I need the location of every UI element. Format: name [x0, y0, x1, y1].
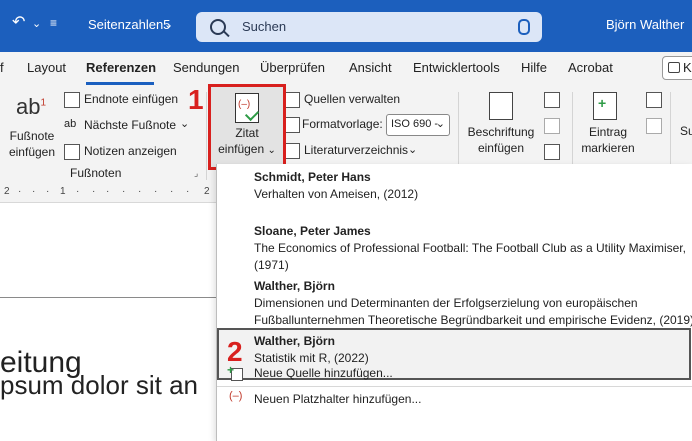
tab-review[interactable]: Überprüfen [260, 60, 325, 75]
insert-footnote-label-1: Fußnote [9, 129, 55, 143]
update-table-icon[interactable] [544, 118, 560, 134]
dialog-launcher-icon[interactable]: ⌟ [194, 168, 198, 179]
ruler-tick: 2 [204, 186, 210, 197]
citation-title: Statistik mit R, (2022) [254, 351, 369, 365]
document-name[interactable]: Seitenzahlen5 [88, 17, 170, 32]
group-separator [206, 92, 207, 180]
insert-caption-button[interactable]: Beschriftung einfügen [466, 124, 536, 156]
microphone-icon[interactable] [518, 19, 530, 35]
menu-divider [217, 386, 692, 387]
search-input[interactable]: Suchen [242, 19, 286, 34]
citation-author: Walther, Björn [254, 279, 335, 293]
tab-developer[interactable]: Entwicklertools [413, 60, 500, 75]
citation-author: Schmidt, Peter Hans [254, 170, 371, 184]
bibliography-icon [284, 143, 300, 159]
undo-icon[interactable]: ↶ [12, 12, 25, 32]
truncated-ribbon-label[interactable]: Su [680, 124, 692, 138]
show-notes-button[interactable]: Notizen anzeigen [84, 144, 177, 158]
style-icon [284, 117, 300, 133]
citation-entry[interactable]: Walther, Björn Statistik mit R, (2022) [254, 333, 369, 367]
citation-entry[interactable]: Schmidt, Peter Hans Verhalten von Ameise… [254, 169, 418, 203]
ribbon-tabs: f Layout Referenzen Sendungen Überprüfen… [0, 52, 692, 86]
ruler-tick: 1 [60, 186, 66, 197]
search-icon [210, 19, 226, 35]
citation-entry[interactable]: Sloane, Peter James The Economics of Pro… [254, 223, 686, 274]
citation-author: Sloane, Peter James [254, 224, 371, 238]
mark-entry-icon: + [593, 92, 617, 120]
comment-icon [668, 62, 680, 73]
search-box[interactable]: Suchen [196, 12, 542, 42]
citation-title: Verhalten von Ameisen, (2012) [254, 187, 419, 201]
mark-entry-button[interactable]: Eintrag markieren [578, 124, 638, 156]
add-new-placeholder-button[interactable]: Neuen Platzhalter hinzufügen... [254, 392, 421, 406]
add-source-icon: + [227, 363, 243, 381]
insert-footnote-button[interactable]: Fußnote einfügen [6, 128, 58, 160]
insert-citation-dropdown: Schmidt, Peter Hans Verhalten von Ameise… [216, 164, 692, 441]
share-button-label: K [683, 60, 692, 75]
undo-dropdown-icon[interactable]: ⌄ [32, 17, 41, 30]
style-select[interactable]: ISO 690 - ⌄ [386, 114, 450, 136]
tab-help[interactable]: Hilfe [521, 60, 547, 75]
tab-references[interactable]: Referenzen [86, 60, 156, 75]
page-separator-line [0, 297, 216, 298]
insert-citation-label: Zitat einfügen ⌄ [211, 125, 283, 159]
user-name[interactable]: Björn Walther [606, 17, 684, 32]
mark-entry-label-1: Eintrag [588, 125, 628, 139]
document-canvas[interactable] [0, 203, 216, 441]
active-tab-indicator [86, 82, 154, 85]
citation-author: Walther, Björn [254, 334, 335, 348]
insert-caption-label-2: einfügen [477, 141, 525, 155]
title-bar: ↶ ⌄ ≡ Seitenzahlen5 ⌄ Suchen Björn Walth… [0, 0, 692, 52]
footnotes-group-label: Fußnoten [70, 166, 122, 180]
share-button[interactable]: K [662, 56, 692, 80]
tab-layout[interactable]: Layout [27, 60, 66, 75]
caption-icon [489, 92, 513, 120]
insert-footnote-label-2: einfügen [8, 145, 56, 159]
mark-entry-label-2: markieren [581, 141, 635, 155]
tab-acrobat[interactable]: Acrobat [568, 60, 613, 75]
cross-reference-icon[interactable] [544, 92, 560, 108]
style-label: Formatvorlage: [302, 117, 383, 131]
citation-title: Dimensionen und Determinanten der Erfolg… [254, 296, 638, 310]
step-marker-2: 2 [227, 336, 243, 367]
insert-citation-button[interactable]: (–) Zitat einfügen ⌄ [208, 84, 286, 170]
next-footnote-icon: ab [64, 118, 77, 130]
step-marker-1: 1 [188, 84, 204, 115]
citation-title: The Economics of Professional Football: … [254, 241, 686, 255]
insert-index-icon[interactable] [646, 92, 662, 108]
tab-file[interactable]: f [0, 60, 4, 75]
document-body-fragment[interactable]: psum dolor sit an [0, 370, 198, 401]
bibliography-chevron-icon[interactable]: ⌄ [408, 143, 417, 156]
add-new-source-button[interactable]: Neue Quelle hinzufügen... [254, 366, 393, 380]
tab-view[interactable]: Ansicht [349, 60, 392, 75]
doc-name-chevron-icon[interactable]: ⌄ [164, 18, 173, 31]
insert-citation-chevron-icon: ⌄ [267, 145, 276, 156]
table-of-figures-icon[interactable] [544, 144, 560, 160]
quick-access-customize-icon[interactable]: ≡ [50, 16, 57, 30]
citation-quote-mark: (–) [238, 99, 251, 110]
next-footnote-button[interactable]: Nächste Fußnote [84, 118, 176, 132]
insert-endnote-button[interactable]: Endnote einfügen [84, 92, 178, 106]
footnote-icon: ab1 [16, 94, 47, 119]
add-placeholder-icon: (–) [229, 390, 243, 402]
citation-icon: (–) [235, 93, 260, 123]
ruler-tick: 2 [4, 186, 10, 197]
manage-sources-button[interactable]: Quellen verwalten [304, 92, 400, 106]
insert-citation-label-1: Zitat [235, 126, 259, 140]
style-select-value: ISO 690 - [391, 118, 439, 130]
insert-citation-label-2: einfügen [218, 142, 265, 156]
ruler: 2 · · · 1 · · · · · · · · 2 [0, 184, 216, 203]
style-chevron-icon: ⌄ [435, 118, 445, 130]
insert-caption-label-1: Beschriftung [467, 125, 535, 139]
update-index-icon[interactable] [646, 118, 662, 134]
next-footnote-chevron-icon[interactable]: ⌄ [180, 117, 189, 130]
manage-sources-icon [284, 92, 300, 108]
citation-title: Fußballunternehmen Theoretische Begründb… [254, 313, 692, 327]
citation-entry[interactable]: Walther, Björn Dimensionen und Determina… [254, 278, 692, 329]
citation-title: (1971) [254, 258, 289, 272]
bibliography-button[interactable]: Literaturverzeichnis [304, 143, 408, 157]
tab-mailings[interactable]: Sendungen [173, 60, 240, 75]
endnote-icon [64, 92, 80, 108]
show-notes-icon [64, 144, 80, 160]
